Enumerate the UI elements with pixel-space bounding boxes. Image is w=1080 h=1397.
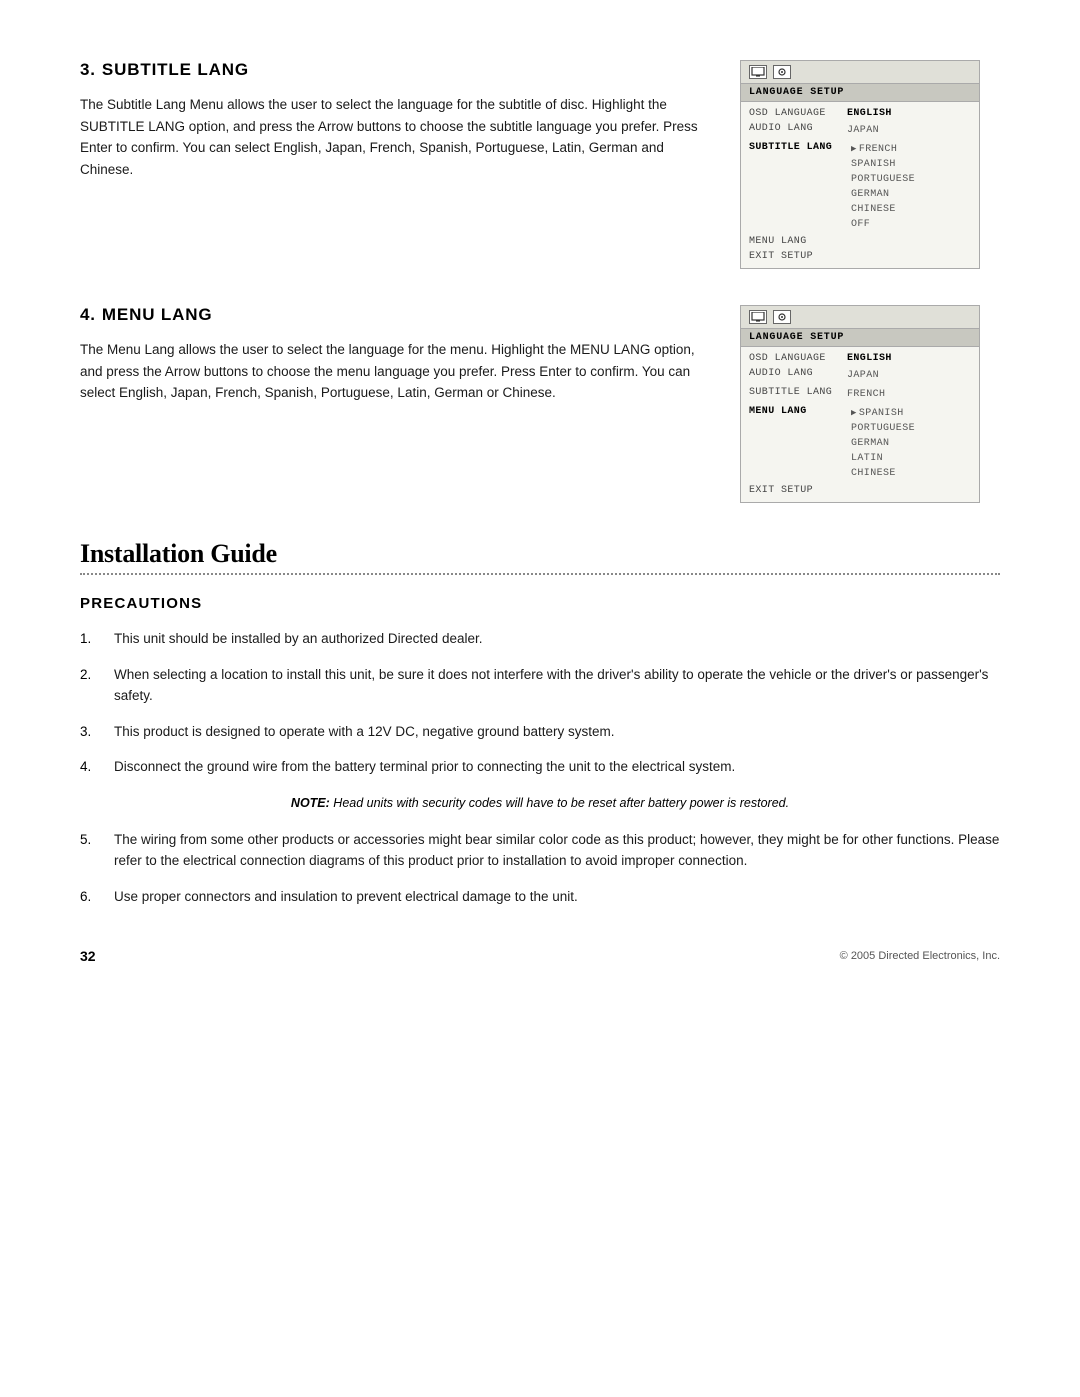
- audio-label: AUDIO LANG: [749, 123, 839, 138]
- menu2-audio-value: JAPAN: [847, 368, 879, 383]
- tv-icon-2: [749, 310, 767, 324]
- subtitle-lang-text-col: 3.SUBTITLE LANG The Subtitle Lang Menu a…: [80, 60, 710, 269]
- menu-option-portuguese: PORTUGUESE: [851, 421, 915, 436]
- copyright: © 2005 Directed Electronics, Inc.: [840, 950, 1000, 962]
- footer-bar: 32 © 2005 Directed Electronics, Inc.: [80, 948, 1000, 964]
- menu2-audio-label: AUDIO LANG: [749, 368, 839, 383]
- precaution-num-2: 2.: [80, 664, 102, 707]
- precaution-text-6: Use proper connectors and insulation to …: [114, 886, 578, 908]
- subtitle-option-german: GERMAN: [851, 187, 915, 202]
- subtitle-lang-menu-box: LANGUAGE SETUP OSD LANGUAGE ENGLISH AUDI…: [740, 60, 980, 269]
- subtitle-lang-section: 3.SUBTITLE LANG The Subtitle Lang Menu a…: [80, 60, 1000, 269]
- exit-label: EXIT SETUP: [749, 251, 839, 262]
- tv-icon: [749, 65, 767, 79]
- subtitle-option-chinese: CHINESE: [851, 202, 915, 217]
- menu-lang-options: ▶SPANISH PORTUGUESE GERMAN LATIN CHINESE: [847, 406, 915, 481]
- precaution-num-4: 4.: [80, 756, 102, 778]
- note-block: NOTE: Head units with security codes wil…: [80, 794, 1000, 813]
- menu-lang-body: The Menu Lang allows the user to select …: [80, 339, 710, 404]
- precaution-item-1: 1. This unit should be installed by an a…: [80, 628, 1000, 650]
- installation-guide-section: Installation Guide PRECAUTIONS 1. This u…: [80, 539, 1000, 908]
- menu2-osd-value: ENGLISH: [847, 353, 892, 364]
- osd-value: ENGLISH: [847, 108, 892, 119]
- menu2-row-exit: EXIT SETUP: [741, 483, 979, 498]
- menu2-subtitle-value: FRENCH: [847, 387, 885, 402]
- subtitle-lang-menu-col: LANGUAGE SETUP OSD LANGUAGE ENGLISH AUDI…: [740, 60, 1000, 269]
- menu-row-audio: AUDIO LANG JAPAN: [741, 121, 979, 140]
- audio-value: JAPAN: [847, 123, 879, 138]
- precaution-item-6: 6. Use proper connectors and insulation …: [80, 886, 1000, 908]
- menu2-row-osd: OSD LANGUAGE ENGLISH: [741, 351, 979, 366]
- osd-label: OSD LANGUAGE: [749, 108, 839, 119]
- precaution-item-3: 3. This product is designed to operate w…: [80, 721, 1000, 743]
- subtitle-option-spanish: SPANISH: [851, 157, 915, 172]
- subtitle-option-off: OFF: [851, 217, 915, 232]
- menu-lang-menu-box: LANGUAGE SETUP OSD LANGUAGE ENGLISH AUDI…: [740, 305, 980, 503]
- subtitle-option-french: ▶FRENCH: [851, 142, 915, 157]
- menu2-menulang-label: MENU LANG: [749, 406, 839, 417]
- installation-guide-title: Installation Guide: [80, 539, 1000, 569]
- menu-body: OSD LANGUAGE ENGLISH AUDIO LANG JAPAN SU…: [741, 102, 979, 268]
- precaution-text-1: This unit should be installed by an auth…: [114, 628, 482, 650]
- subtitle-label: SUBTITLE LANG: [749, 142, 839, 153]
- subtitle-options: ▶FRENCH SPANISH PORTUGUESE GERMAN CHINES…: [847, 142, 915, 232]
- subtitle-lang-title: 3.SUBTITLE LANG: [80, 60, 710, 80]
- menu-lang-box-header: [741, 306, 979, 329]
- menu-row-osd: OSD LANGUAGE ENGLISH: [741, 106, 979, 121]
- precaution-item-5: 5. The wiring from some other products o…: [80, 829, 1000, 872]
- menu-lang-menu-col: LANGUAGE SETUP OSD LANGUAGE ENGLISH AUDI…: [740, 305, 1000, 503]
- precaution-text-5: The wiring from some other products or a…: [114, 829, 1000, 872]
- dotted-rule: [80, 573, 1000, 575]
- note-text: Head units with security codes will have…: [333, 796, 789, 810]
- precaution-text-2: When selecting a location to install thi…: [114, 664, 1000, 707]
- menu2-row-subtitle: SUBTITLE LANG FRENCH: [741, 385, 979, 404]
- precaution-text-4: Disconnect the ground wire from the batt…: [114, 756, 735, 778]
- precaution-item-4: 4. Disconnect the ground wire from the b…: [80, 756, 1000, 778]
- menu2-osd-label: OSD LANGUAGE: [749, 353, 839, 364]
- subtitle-option-portuguese: PORTUGUESE: [851, 172, 915, 187]
- menu-option-chinese: CHINESE: [851, 466, 915, 481]
- page-number: 32: [80, 948, 96, 964]
- menulang-label: MENU LANG: [749, 236, 839, 247]
- settings-icon-2: [773, 310, 791, 324]
- precautions-title: PRECAUTIONS: [80, 595, 1000, 612]
- subtitle-lang-body: The Subtitle Lang Menu allows the user t…: [80, 94, 710, 180]
- menu-option-spanish: ▶SPANISH: [851, 406, 915, 421]
- menu-lang-text-col: 4.MENU LANG The Menu Lang allows the use…: [80, 305, 710, 503]
- menu-title: LANGUAGE SETUP: [741, 84, 979, 102]
- menu2-row-menulang: MENU LANG ▶SPANISH PORTUGUESE GERMAN LAT…: [741, 404, 979, 483]
- menu-lang-title: 4.MENU LANG: [80, 305, 710, 325]
- menu-option-latin: LATIN: [851, 451, 915, 466]
- menu-box-header: [741, 61, 979, 84]
- menu-lang-body-box: OSD LANGUAGE ENGLISH AUDIO LANG JAPAN SU…: [741, 347, 979, 502]
- note-label: NOTE:: [291, 796, 330, 810]
- menu-option-german: GERMAN: [851, 436, 915, 451]
- installation-guide-header: Installation Guide: [80, 539, 1000, 575]
- precaution-num-1: 1.: [80, 628, 102, 650]
- menu-row-menulang: MENU LANG: [741, 234, 979, 249]
- precaution-num-3: 3.: [80, 721, 102, 743]
- menu2-subtitle-label: SUBTITLE LANG: [749, 387, 839, 402]
- precaution-num-5: 5.: [80, 829, 102, 872]
- menu-lang-title-bar: LANGUAGE SETUP: [741, 329, 979, 347]
- menu2-row-audio: AUDIO LANG JAPAN: [741, 366, 979, 385]
- menu-row-exit: EXIT SETUP: [741, 249, 979, 264]
- precaution-text-3: This product is designed to operate with…: [114, 721, 615, 743]
- menu-row-subtitle: SUBTITLE LANG ▶FRENCH SPANISH PORTUGUESE…: [741, 140, 979, 234]
- menu2-exit-label: EXIT SETUP: [749, 485, 839, 496]
- menu-lang-section: 4.MENU LANG The Menu Lang allows the use…: [80, 305, 1000, 503]
- settings-icon: [773, 65, 791, 79]
- precaution-num-6: 6.: [80, 886, 102, 908]
- precaution-item-2: 2. When selecting a location to install …: [80, 664, 1000, 707]
